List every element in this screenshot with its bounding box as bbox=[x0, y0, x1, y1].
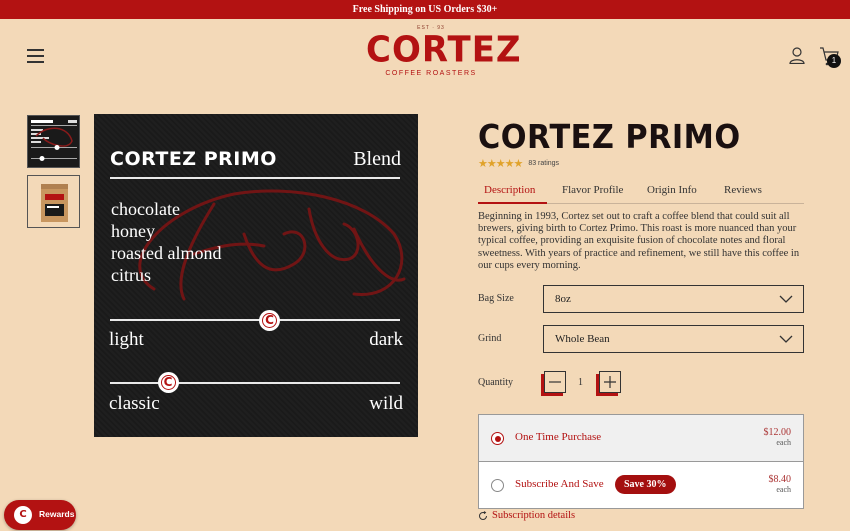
grind-label: Grind bbox=[478, 333, 502, 344]
chevron-down-icon bbox=[779, 335, 793, 343]
rewards-logo-icon: C bbox=[14, 506, 32, 524]
promo-banner: Free Shipping on US Orders $30+ bbox=[0, 0, 850, 19]
grind-select[interactable]: Whole Bean bbox=[543, 325, 804, 353]
purchase-options: One Time Purchase $12.00 each Subscribe … bbox=[478, 414, 804, 509]
one-time-price: $12.00 each bbox=[763, 427, 792, 447]
subscription-details-link[interactable]: Subscription details bbox=[478, 510, 575, 521]
rewards-label: Rewards bbox=[39, 509, 75, 519]
label-divider bbox=[110, 177, 400, 179]
hamburger-menu-icon[interactable] bbox=[27, 49, 44, 63]
logo-tagline: COFFEE ROASTERS bbox=[385, 70, 477, 77]
quantity-value: 1 bbox=[578, 377, 583, 388]
one-time-purchase-option[interactable]: One Time Purchase $12.00 each bbox=[479, 415, 803, 462]
tab-flavor-profile[interactable]: Flavor Profile bbox=[562, 184, 623, 196]
style-scale-line bbox=[110, 382, 400, 384]
product-tabs: Description Flavor Profile Origin Info R… bbox=[478, 180, 804, 204]
bag-size-value: 8oz bbox=[555, 293, 571, 305]
quantity-increase-button[interactable] bbox=[599, 371, 621, 393]
subscription-details-label: Subscription details bbox=[492, 510, 576, 521]
active-tab-indicator bbox=[478, 202, 547, 204]
logo-wordmark: CORTEZ bbox=[366, 29, 522, 71]
grind-value: Whole Bean bbox=[555, 333, 610, 345]
label-thumbnail[interactable] bbox=[27, 115, 80, 168]
subscribe-price: $8.40 each bbox=[768, 474, 792, 494]
cart-count-badge: 1 bbox=[827, 54, 841, 68]
roast-scale-right: dark bbox=[369, 329, 403, 350]
bag-thumbnail[interactable] bbox=[27, 175, 80, 228]
product-rating[interactable]: ★★★★★ 83 ratings bbox=[478, 157, 560, 170]
roast-scale-marker: C bbox=[259, 310, 280, 331]
brand-logo[interactable]: EST · 93 CORTEZ COFFEE ROASTERS bbox=[366, 25, 522, 87]
bag-size-select[interactable]: 8oz bbox=[543, 285, 804, 313]
subscribe-label: Subscribe And Save bbox=[515, 478, 604, 490]
rating-count: 83 ratings bbox=[528, 159, 560, 167]
chevron-down-icon bbox=[779, 295, 793, 303]
roast-scale-left: light bbox=[109, 329, 144, 350]
roast-scale-line bbox=[110, 319, 400, 321]
product-description: Beginning in 1993, Cortez set out to cra… bbox=[478, 211, 800, 271]
plus-icon bbox=[604, 376, 616, 388]
account-icon[interactable] bbox=[789, 47, 805, 64]
refresh-icon bbox=[479, 510, 487, 520]
one-time-label: One Time Purchase bbox=[515, 431, 602, 443]
subscribe-radio[interactable] bbox=[491, 479, 504, 492]
tasting-note: honey bbox=[111, 221, 155, 241]
rating-stars-icon: ★★★★★ bbox=[478, 157, 523, 170]
one-time-radio[interactable] bbox=[491, 432, 504, 445]
tasting-notes: chocolate honey roasted almond citrus bbox=[111, 198, 221, 286]
product-main-image: CORTEZ PRIMO Blend chocolate honey roast… bbox=[94, 114, 418, 437]
tasting-note: chocolate bbox=[111, 199, 180, 219]
label-title: CORTEZ PRIMO bbox=[110, 148, 277, 170]
product-title: CORTEZ PRIMO bbox=[478, 117, 741, 156]
tab-origin-info[interactable]: Origin Info bbox=[647, 184, 697, 196]
minus-icon bbox=[549, 381, 561, 383]
site-header: EST · 93 CORTEZ COFFEE ROASTERS 1 bbox=[0, 19, 850, 91]
tab-description[interactable]: Description bbox=[484, 184, 535, 196]
style-scale-left: classic bbox=[109, 393, 160, 414]
quantity-label: Quantity bbox=[478, 377, 513, 388]
save-badge: Save 30% bbox=[615, 475, 676, 494]
quantity-decrease-button[interactable] bbox=[544, 371, 566, 393]
tasting-note: citrus bbox=[111, 265, 151, 285]
style-scale-marker: C bbox=[157, 372, 179, 393]
style-scale-right: wild bbox=[369, 393, 403, 414]
bag-size-label: Bag Size bbox=[478, 293, 514, 304]
label-type: Blend bbox=[353, 148, 401, 170]
tasting-note: roasted almond bbox=[111, 243, 222, 263]
tab-reviews[interactable]: Reviews bbox=[724, 184, 762, 196]
subscribe-option[interactable]: Subscribe And Save Save 30% $8.40 each bbox=[479, 462, 803, 508]
rewards-button[interactable]: C Rewards bbox=[4, 500, 76, 530]
